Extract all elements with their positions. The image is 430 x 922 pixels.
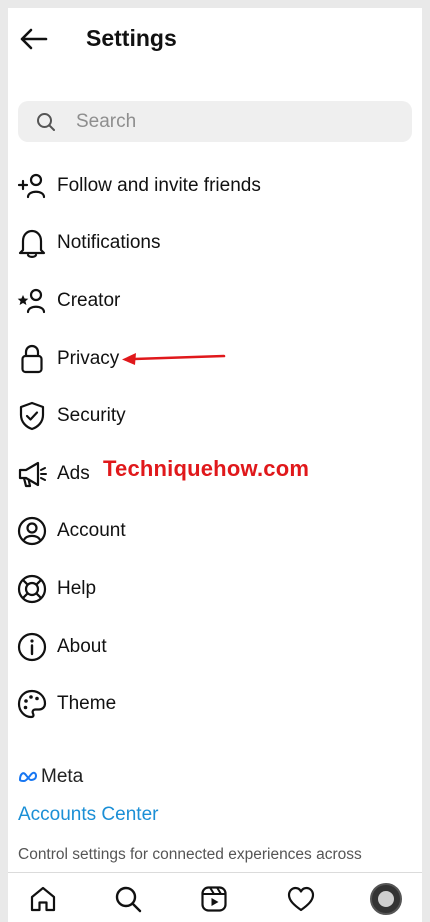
bottom-nav [8,872,422,922]
back-button[interactable] [14,22,52,56]
arrow-left-icon [20,28,48,50]
menu-item-account[interactable]: Account [0,503,430,561]
menu-item-label: Security [57,405,126,427]
page-title: Settings [86,25,177,51]
info-icon [17,632,47,662]
reels-icon [201,886,227,912]
add-user-icon [17,171,47,201]
menu-item-theme[interactable]: Theme [0,675,430,733]
settings-menu: Follow and invite friends Notifications … [0,157,430,733]
menu-item-label: Theme [57,693,117,715]
search-bar[interactable]: Search [18,101,412,142]
lock-icon [17,344,47,374]
meta-logo-icon [18,771,38,783]
menu-item-label: Help [57,577,97,599]
nav-activity[interactable] [285,883,317,915]
nav-home[interactable] [27,883,59,915]
header: Settings [0,0,430,76]
search-icon [36,111,58,133]
menu-item-label: Notifications [57,232,161,254]
menu-item-label: About [57,635,107,657]
home-icon [30,886,56,912]
search-input[interactable]: Search [76,111,136,133]
heart-icon [287,886,315,912]
nav-profile[interactable] [370,883,402,915]
avatar-image [378,891,394,907]
accounts-center-link[interactable]: Accounts Center [18,804,158,826]
menu-item-label: Follow and invite friends [57,174,261,196]
search-icon [115,886,142,913]
menu-item-follow-invite[interactable]: Follow and invite friends [0,157,430,215]
bell-icon [17,228,47,259]
menu-item-about[interactable]: About [0,618,430,676]
megaphone-icon [17,459,47,489]
menu-item-notifications[interactable]: Notifications [0,215,430,273]
meta-brand: Meta [18,766,83,788]
menu-item-label: Ads [57,462,90,484]
menu-item-creator[interactable]: Creator [0,272,430,330]
star-user-icon [17,286,47,316]
shield-check-icon [17,401,47,431]
menu-item-help[interactable]: Help [0,560,430,618]
watermark-text: Techniquehow.com [103,456,310,481]
lifebuoy-icon [17,574,47,604]
profile-avatar [370,883,402,915]
meta-brand-label: Meta [41,766,84,787]
user-circle-icon [17,516,47,546]
palette-icon [17,689,47,719]
nav-reels[interactable] [198,883,230,915]
menu-item-label: Creator [57,289,121,311]
annotation-arrow [122,353,226,365]
accounts-center-description: Control settings for connected experienc… [18,846,362,863]
menu-item-label: Account [57,520,126,542]
nav-search[interactable] [112,883,144,915]
menu-item-label: Privacy [57,347,120,369]
menu-item-security[interactable]: Security [0,387,430,445]
